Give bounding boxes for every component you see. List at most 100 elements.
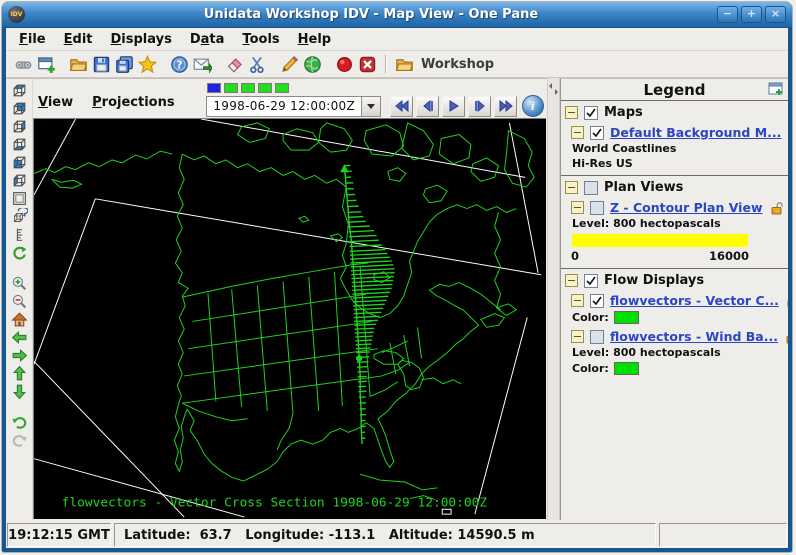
lock-open-icon[interactable]	[784, 330, 788, 344]
collapse-box[interactable]	[565, 181, 578, 194]
colorbar-max: 16000	[709, 249, 749, 263]
menu-displays[interactable]: Displays	[102, 30, 181, 49]
view-box-icon[interactable]	[11, 190, 28, 207]
support-email-icon[interactable]	[193, 55, 212, 73]
workshop-label[interactable]: Workshop	[421, 57, 494, 72]
play-button[interactable]	[442, 96, 465, 117]
console-icon[interactable]	[14, 55, 33, 73]
step-back-button[interactable]	[416, 96, 439, 117]
item-visibility-checkbox[interactable]	[590, 330, 604, 344]
cursor-position-readout: Latitude: 63.7 Longitude: -113.1 Altitud…	[114, 523, 656, 547]
pan-up-icon[interactable]	[11, 365, 28, 382]
favorites-star-icon[interactable]	[138, 55, 157, 73]
item-visibility-checkbox[interactable]	[590, 294, 604, 308]
fast-forward-button[interactable]	[494, 96, 517, 117]
split-pane-divider[interactable]	[547, 78, 560, 520]
time-step-2[interactable]	[241, 83, 255, 93]
globe-icon[interactable]	[303, 55, 322, 73]
home-view-icon[interactable]	[11, 311, 28, 328]
view-east-icon[interactable]	[11, 118, 28, 135]
maps-visibility-checkbox[interactable]	[584, 106, 598, 120]
step-forward-button[interactable]	[468, 96, 491, 117]
display-link[interactable]: flowvectors - Wind Ba...	[610, 329, 778, 344]
menu-file[interactable]: File	[10, 30, 55, 49]
help-icon[interactable]: ?	[170, 55, 189, 73]
color-swatch[interactable]	[614, 362, 639, 375]
close-button[interactable]: ×	[765, 6, 786, 23]
vertical-scale-icon[interactable]	[11, 226, 28, 243]
title-bar[interactable]: IDV Unidata Workshop IDV - Map View - On…	[2, 2, 792, 27]
time-combobox[interactable]: 1998-06-29 12:00:00Z	[206, 96, 381, 117]
display-link[interactable]: Z - Contour Plan View	[610, 200, 763, 215]
view-south-icon[interactable]	[11, 154, 28, 171]
pan-right-icon[interactable]	[11, 347, 28, 364]
redo-icon[interactable]	[11, 431, 28, 448]
time-dropdown-button[interactable]	[361, 97, 380, 116]
time-step-0[interactable]	[207, 83, 221, 93]
map-display-canvas[interactable]: flowvectors - Vector Cross Section 1998-…	[33, 118, 546, 519]
record-icon[interactable]	[335, 55, 354, 73]
copy-icon[interactable]	[115, 55, 134, 73]
workshop-folder-icon[interactable]	[395, 55, 414, 73]
flow-displays-visibility-checkbox[interactable]	[584, 274, 598, 288]
edit-pencil-icon[interactable]	[280, 55, 299, 73]
auto-rotate-icon[interactable]	[11, 244, 28, 261]
pan-left-icon[interactable]	[11, 329, 28, 346]
menu-data[interactable]: Data	[181, 30, 234, 49]
menu-help[interactable]: Help	[289, 30, 340, 49]
view-north-icon[interactable]	[11, 100, 28, 117]
item-visibility-checkbox[interactable]	[590, 126, 604, 140]
float-legend-icon[interactable]	[768, 82, 784, 96]
pan-down-icon[interactable]	[11, 383, 28, 400]
collapse-box[interactable]	[571, 126, 584, 139]
time-step-4[interactable]	[275, 83, 289, 93]
time-step-1[interactable]	[224, 83, 238, 93]
view-west-icon[interactable]	[11, 172, 28, 189]
menu-view[interactable]: View	[38, 95, 73, 110]
rewind-button[interactable]	[390, 96, 413, 117]
display-link[interactable]: flowvectors - Vector C...	[610, 293, 779, 308]
lock-closed-icon[interactable]	[787, 126, 788, 140]
view-bottom-icon[interactable]	[11, 136, 28, 153]
time-animation-widget: 1998-06-29 12:00:00Z i	[206, 83, 544, 117]
zoom-out-icon[interactable]	[11, 293, 28, 310]
time-step-3[interactable]	[258, 83, 272, 93]
maximize-button[interactable]: +	[741, 6, 762, 23]
message-readout	[659, 523, 787, 547]
divider-collapse-arrows[interactable]	[548, 81, 559, 97]
collapse-box[interactable]	[571, 294, 584, 307]
collapse-box[interactable]	[565, 106, 578, 119]
collapse-box[interactable]	[571, 201, 584, 214]
app-window: IDV Unidata Workshop IDV - Map View - On…	[1, 1, 793, 553]
collapse-box[interactable]	[565, 274, 578, 287]
eraser-icon[interactable]	[225, 55, 244, 73]
zoom-in-icon[interactable]	[11, 275, 28, 292]
color-swatch[interactable]	[614, 311, 639, 324]
minimize-button[interactable]: −	[717, 6, 738, 23]
collapse-box[interactable]	[571, 330, 584, 343]
plan-views-visibility-checkbox[interactable]	[584, 181, 598, 195]
toolbar: ? Workshop	[6, 51, 788, 78]
toolbar-separator	[385, 55, 387, 73]
undo-icon[interactable]	[11, 413, 28, 430]
status-bar: 19:12:15 GMT Latitude: 63.7 Longitude: -…	[6, 520, 788, 548]
cut-scissors-icon[interactable]	[248, 55, 267, 73]
menu-edit[interactable]: Edit	[55, 30, 102, 49]
delete-icon[interactable]	[358, 55, 377, 73]
menu-tools[interactable]: Tools	[233, 30, 288, 49]
display-link[interactable]: Default Background M...	[610, 125, 781, 140]
new-window-icon[interactable]	[37, 55, 56, 73]
level-label: Level: 800 hectopascals	[571, 344, 785, 359]
item-visibility-checkbox[interactable]	[590, 201, 604, 215]
rotate-view-icon[interactable]	[11, 208, 28, 225]
open-folder-icon[interactable]	[69, 55, 88, 73]
animation-properties-button[interactable]: i	[522, 95, 544, 117]
menu-projections[interactable]: Projections	[92, 95, 174, 110]
time-step-indicator[interactable]	[207, 83, 289, 93]
view-top-icon[interactable]	[11, 82, 28, 99]
lock-open-icon[interactable]	[785, 294, 788, 308]
save-icon[interactable]	[92, 55, 111, 73]
lock-open-icon[interactable]	[769, 201, 784, 215]
view-main: View Projections 1998-06-29 12:00:00Z	[33, 79, 547, 520]
color-scale-bar[interactable]	[572, 234, 748, 247]
